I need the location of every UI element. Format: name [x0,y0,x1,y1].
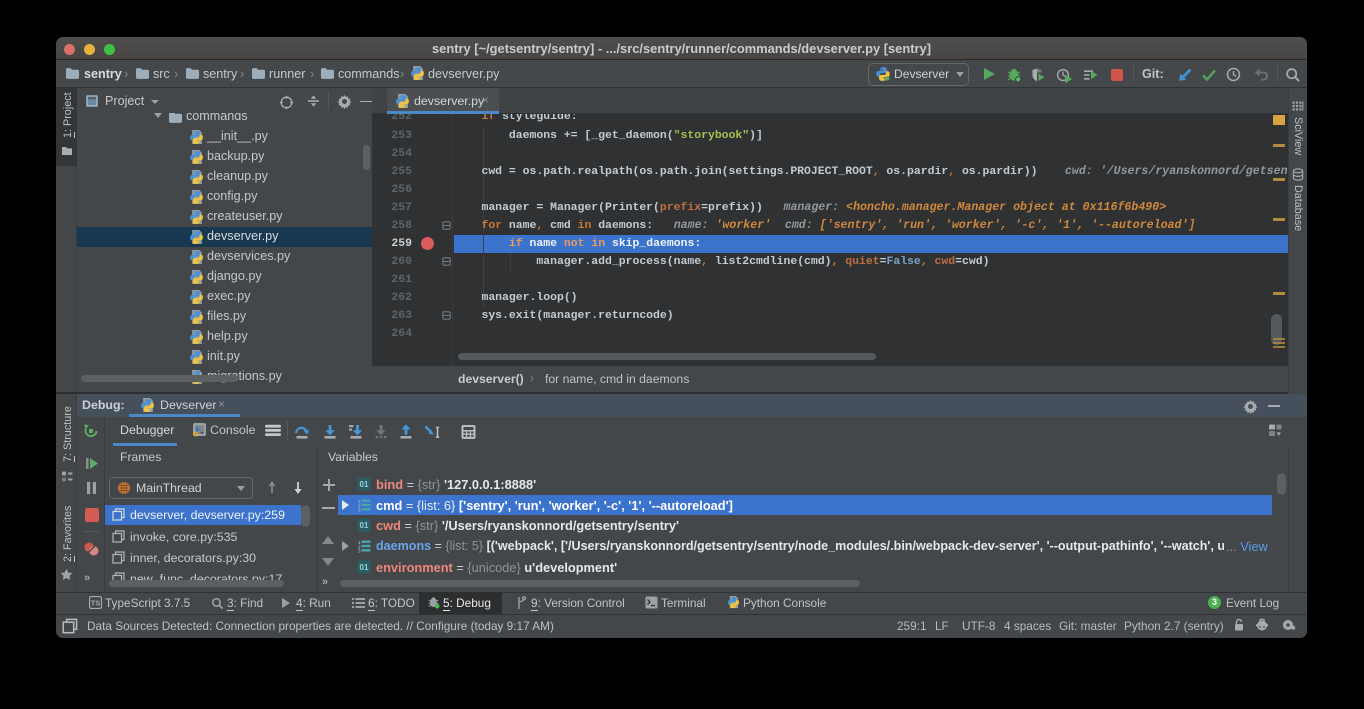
svg-text:3: 3 [358,507,361,511]
svg-text:01: 01 [360,563,369,572]
svg-text:3: 3 [358,549,361,553]
svg-text:01: 01 [360,521,369,530]
svg-text:01: 01 [360,480,369,489]
svg-text:TS: TS [91,599,101,608]
